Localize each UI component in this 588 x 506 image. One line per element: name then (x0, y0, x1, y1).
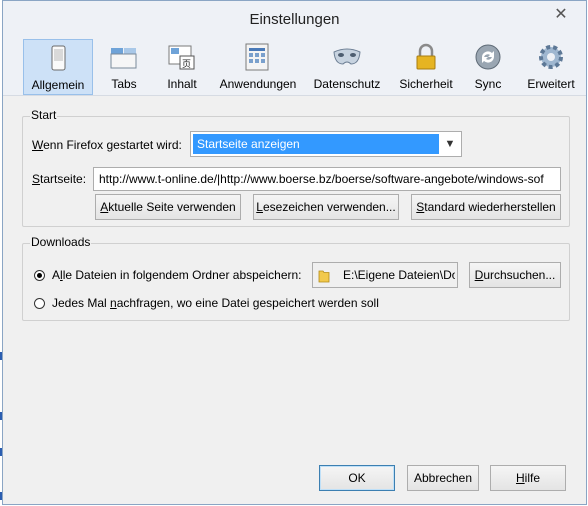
use-current-page-button[interactable]: Aktuelle Seite verwenden (95, 194, 241, 220)
tab-erweitert[interactable]: Erweitert (521, 39, 581, 95)
preferences-toolbar: Allgemein Tabs 页 Inhalt Anwendungen Date… (3, 39, 586, 96)
tab-label: Tabs (111, 77, 137, 91)
close-button[interactable]: ✕ (548, 5, 574, 25)
content-icon: 页 (168, 45, 195, 70)
chevron-down-icon: ▼ (444, 138, 456, 150)
tab-inhalt[interactable]: 页 Inhalt (159, 39, 205, 95)
svg-text:页: 页 (182, 59, 191, 69)
tab-label: Anwendungen (219, 77, 297, 91)
tabs-icon (110, 48, 137, 69)
group-title: Start (30, 108, 58, 122)
dialog-title: Einstellungen (249, 11, 340, 28)
help-button[interactable]: Hilfe (490, 465, 566, 491)
save-to-folder-label: Alle Dateien in folgendem Ordner abspeic… (52, 268, 302, 282)
applications-icon (245, 43, 269, 71)
startup-dropdown[interactable]: Startseite anzeigen ▼ (190, 131, 462, 157)
tab-anwendungen[interactable]: Anwendungen (215, 39, 301, 95)
tab-label: Inhalt (167, 77, 197, 91)
cancel-button[interactable]: Abbrechen (407, 465, 479, 491)
tab-sync[interactable]: Sync (467, 39, 509, 95)
homepage-input[interactable]: http://www.t-online.de/|http://www.boers… (93, 167, 561, 191)
startup-label: Wenn Firefox gestartet wird: (32, 138, 182, 152)
ok-button[interactable]: OK (319, 465, 395, 491)
title-bar[interactable]: Einstellungen ✕ (3, 1, 586, 39)
switch-icon (51, 45, 66, 71)
sync-icon (475, 44, 501, 70)
tab-allgemein[interactable]: Allgemein (23, 39, 93, 95)
mask-icon (333, 48, 361, 65)
download-folder-display: E:\Eigene Dateien\Do (312, 262, 458, 288)
browse-button[interactable]: Durchsuchen... (469, 262, 561, 288)
lock-icon (416, 43, 436, 70)
tab-label: Sync (474, 77, 502, 91)
use-bookmark-button[interactable]: Lesezeichen verwenden... (253, 194, 399, 220)
gear-icon (539, 45, 563, 69)
tab-label: Datenschutz (313, 77, 381, 91)
homepage-label: Startseite: (32, 172, 87, 186)
download-folder-path: E:\Eigene Dateien\Do (343, 268, 455, 282)
tab-tabs[interactable]: Tabs (101, 39, 147, 95)
tab-label: Sicherheit (399, 77, 453, 91)
tab-datenschutz[interactable]: Datenschutz (309, 39, 385, 95)
tab-sicherheit[interactable]: Sicherheit (395, 39, 457, 95)
restore-default-button[interactable]: Standard wiederherstellen (411, 194, 561, 220)
save-to-folder-radio[interactable] (34, 270, 45, 281)
tab-label: Allgemein (31, 78, 85, 92)
settings-dialog: Einstellungen ✕ Allgemein Tabs 页 Inhalt … (2, 0, 587, 505)
startup-dropdown-value: Startseite anzeigen (193, 134, 439, 154)
tab-label: Erweitert (527, 77, 575, 91)
ask-every-time-radio[interactable] (34, 298, 45, 309)
group-title: Downloads (30, 235, 92, 249)
ask-every-time-label: Jedes Mal nachfragen, wo eine Datei gesp… (52, 296, 379, 310)
folder-icon (318, 270, 330, 283)
